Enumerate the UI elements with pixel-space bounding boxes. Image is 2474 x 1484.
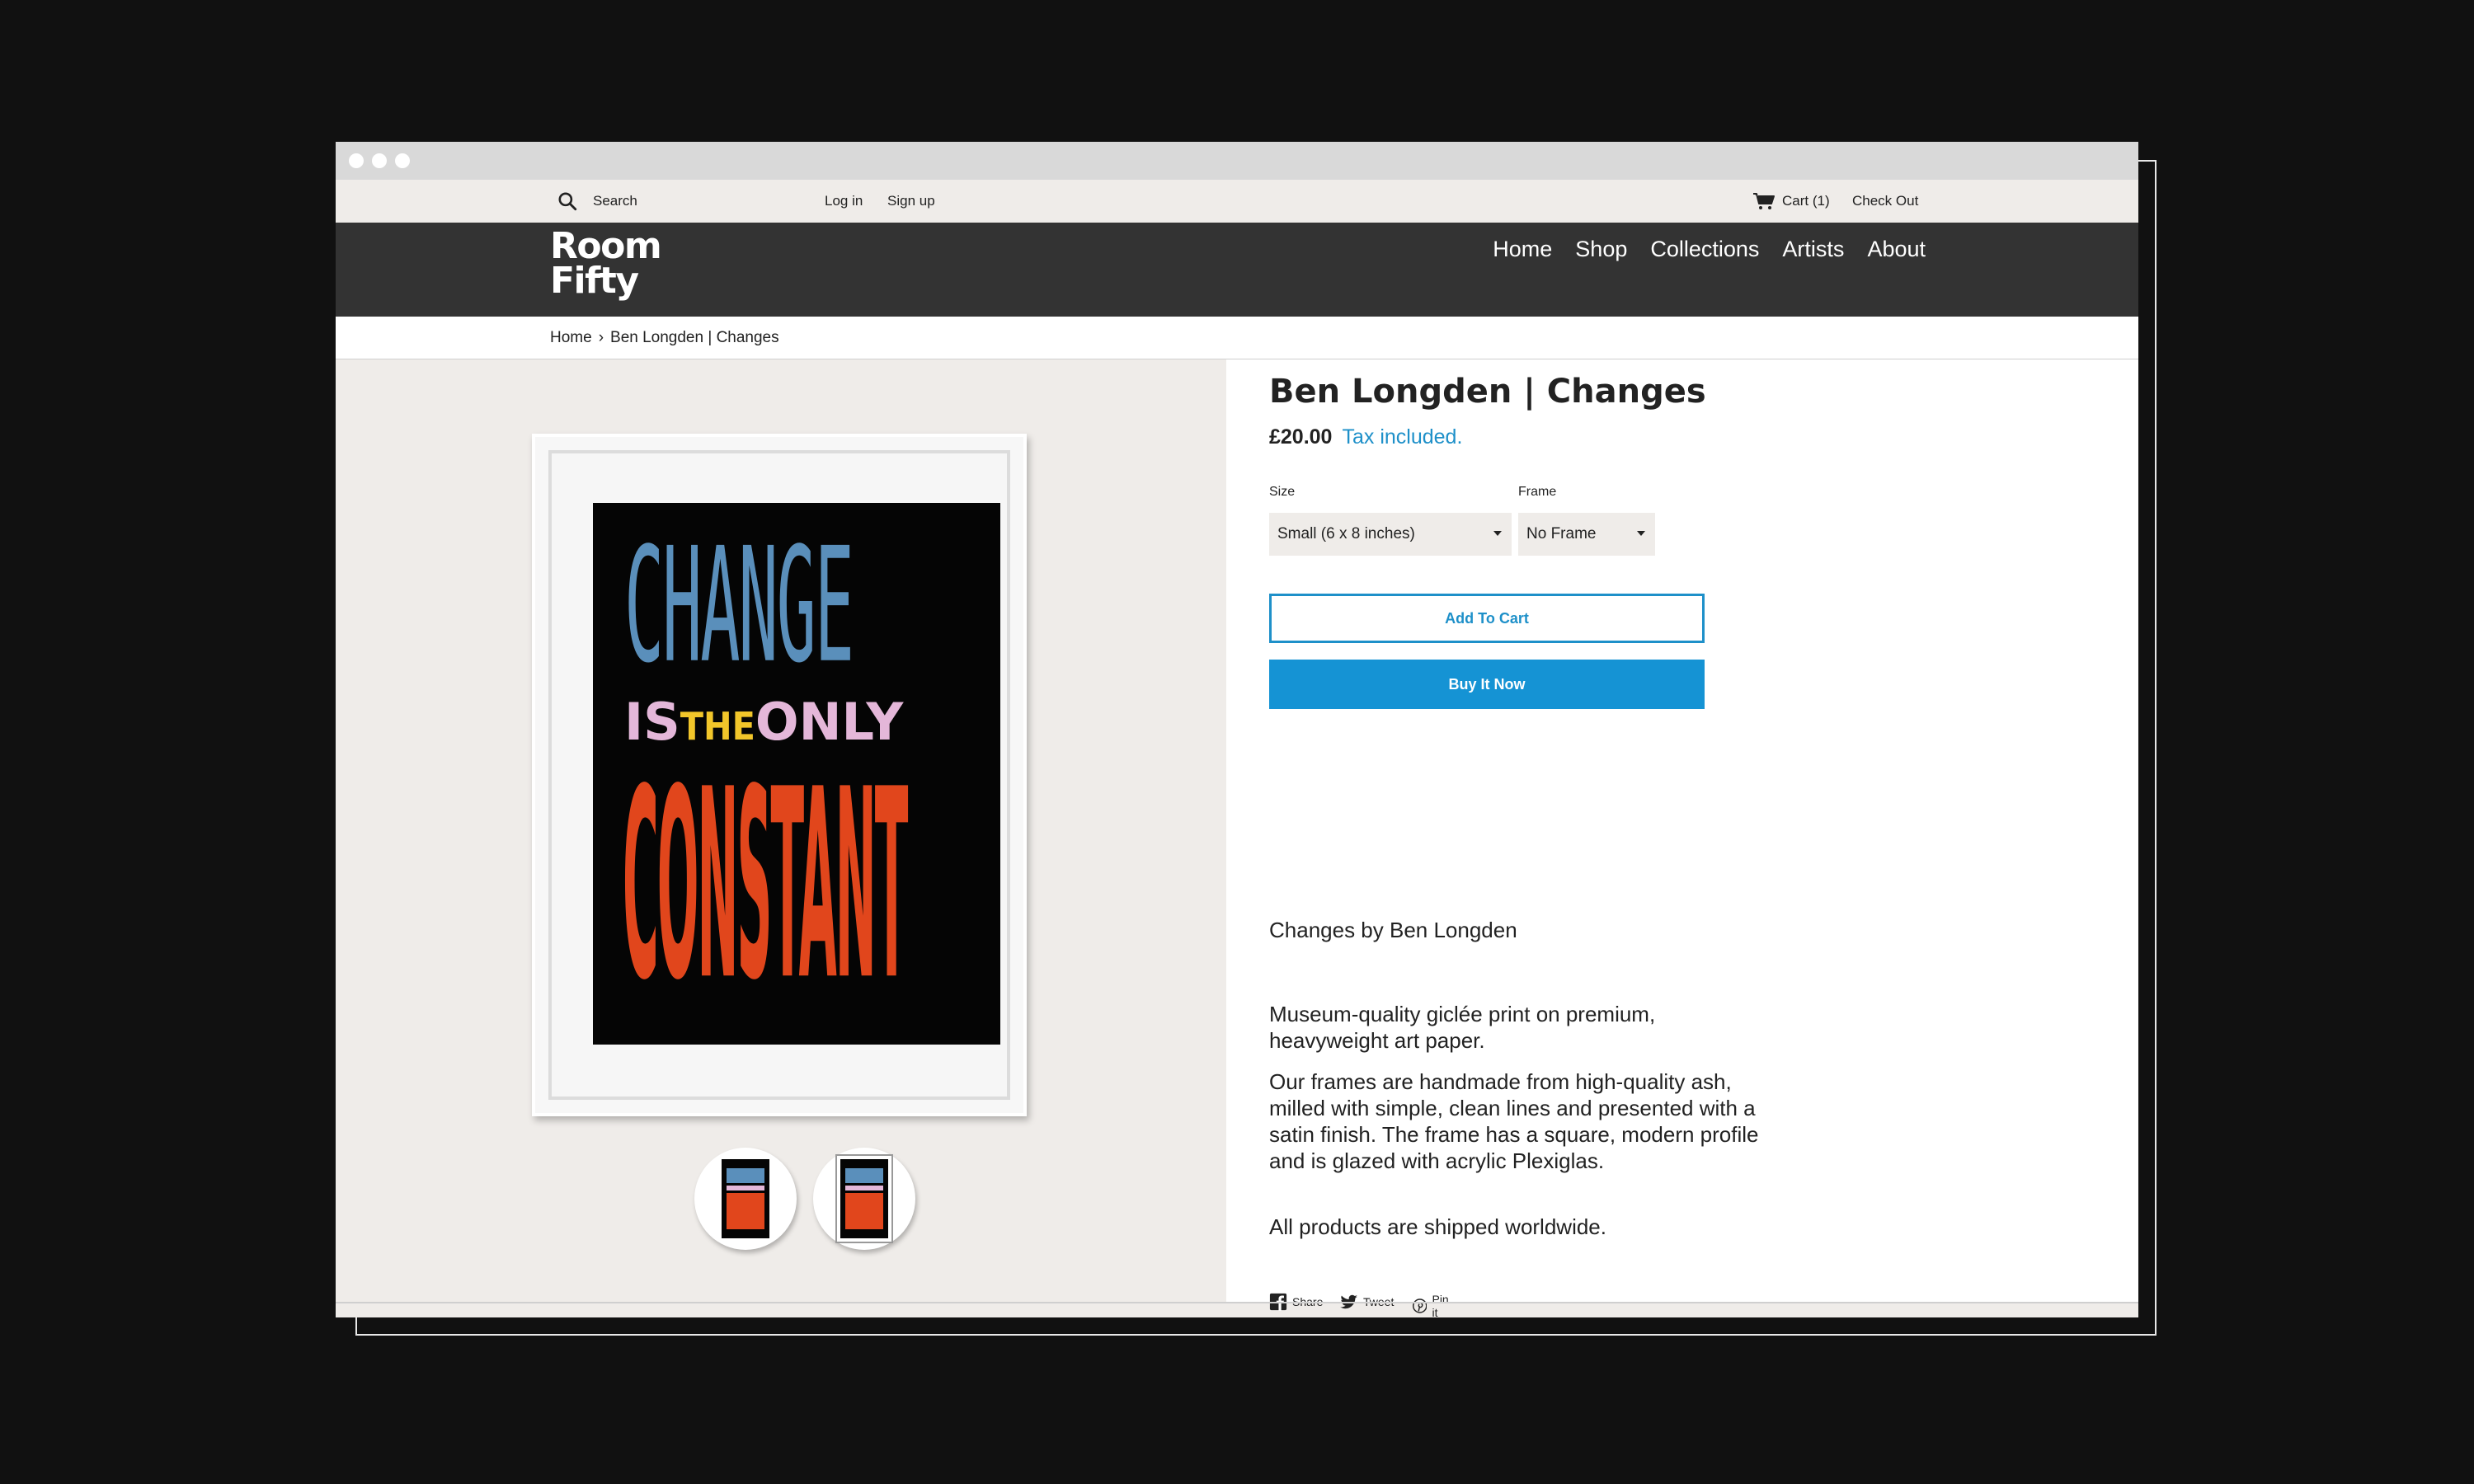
site-header: Room Fifty Home Shop Collections Artists… [336,223,2138,317]
share-pinterest[interactable]: Pin it [1413,1293,1452,1317]
thumb-band-red [845,1193,883,1229]
thumb-band-blue [727,1168,764,1183]
thumb-band-pink [845,1186,883,1190]
product-image-frame[interactable]: CHANGE ISTHEONLY CONSTANT [532,434,1027,1116]
search-box[interactable]: Search [557,180,637,223]
description-paper: Museum-quality giclée print on premium, … [1269,1002,1656,1053]
poster-text-constant: CONSTANT [623,733,908,1039]
frame-label: Frame [1518,485,1557,499]
chevron-down-icon [1493,531,1502,536]
thumb-band-red [727,1193,764,1229]
thumbnail-framed[interactable] [813,1148,915,1250]
size-select-value: Small (6 x 8 inches) [1277,525,1415,542]
nav-about[interactable]: About [1867,237,1926,262]
window-dot-minimize[interactable] [372,153,387,168]
browser-window: Search Log in Sign up Cart (1) Check Out… [336,142,2138,1317]
poster-artwork: CHANGE ISTHEONLY CONSTANT [593,503,1000,1045]
frame-select-value: No Frame [1526,525,1597,542]
window-dot-close[interactable] [349,153,364,168]
breadcrumb: Home › Ben Longden | Changes [336,317,2138,359]
nav-artists[interactable]: Artists [1782,237,1844,262]
thumbnail-unframed[interactable] [694,1148,797,1250]
product-gallery: CHANGE ISTHEONLY CONSTANT [336,359,1226,1302]
cart-link[interactable]: Cart (1) [1752,180,1830,223]
cart-label[interactable]: Cart (1) [1782,193,1830,209]
thumb-band-blue [845,1168,883,1183]
description-intro: Changes by Ben Longden [1269,918,1517,942]
login-link[interactable]: Log in [825,193,863,209]
breadcrumb-home[interactable]: Home [550,329,592,347]
description-shipping: All products are shipped worldwide. [1269,1214,1606,1239]
search-icon[interactable] [557,190,578,212]
share-pinterest-label: Pin it [1432,1293,1449,1317]
chevron-down-icon [1637,531,1645,536]
window-titlebar [336,142,2138,180]
window-dot-maximize[interactable] [395,153,410,168]
size-select[interactable]: Small (6 x 8 inches) [1269,513,1512,556]
checkout-link[interactable]: Check Out [1852,193,1918,209]
utility-bar: Search Log in Sign up Cart (1) Check Out [336,180,2138,223]
site-logo[interactable]: Room Fifty [550,225,662,302]
add-to-cart-button[interactable]: Add To Cart [1269,594,1705,643]
poster-text-change: CHANGE [624,514,854,698]
search-input[interactable]: Search [593,193,637,209]
product-title: Ben Longden | Changes [1269,373,1706,411]
frame-select[interactable]: No Frame [1518,513,1655,556]
breadcrumb-separator: › [598,328,604,346]
main-nav: Home Shop Collections Artists About [1493,228,1926,270]
breadcrumb-current: Ben Longden | Changes [610,328,779,346]
nav-shop[interactable]: Shop [1575,237,1627,262]
footer-divider [336,1302,2138,1303]
logo-line-1: Room [550,225,662,267]
product-price: £20.00 [1269,425,1333,448]
product-details: Ben Longden | Changes £20.00 Tax include… [1226,359,2138,1317]
thumbnail-list [694,1148,915,1250]
cart-icon [1753,193,1775,209]
thumb-band-pink [727,1186,764,1190]
thumbnail-art [722,1159,769,1238]
signup-link[interactable]: Sign up [887,193,935,209]
thumbnail-art-framed [835,1154,893,1243]
buy-now-button[interactable]: Buy It Now [1269,660,1705,709]
pinterest-icon [1413,1298,1427,1313]
nav-collections[interactable]: Collections [1650,237,1759,262]
size-label: Size [1269,485,1296,499]
frame-mat: CHANGE ISTHEONLY CONSTANT [548,450,1010,1100]
tax-note[interactable]: Tax included. [1342,425,1462,449]
price-row: £20.00 Tax included. [1269,425,1462,449]
nav-home[interactable]: Home [1493,237,1552,262]
description-frames: Our frames are handmade from high-qualit… [1269,1069,1759,1173]
logo-line-2: Fifty [550,260,639,302]
